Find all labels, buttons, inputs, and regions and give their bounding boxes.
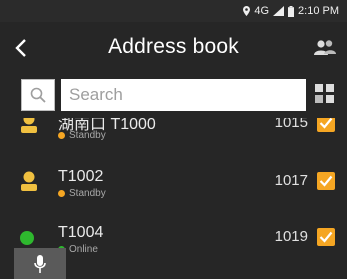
contacts-icon	[314, 40, 336, 55]
status-time: 2:10 PM	[298, 5, 339, 17]
contact-status-label: Online	[69, 244, 98, 255]
contact-row[interactable]: 湖南口 T1000 Standby 1015	[0, 118, 347, 149]
check-icon	[319, 118, 333, 129]
status-bar: 4G 2:10 PM	[0, 0, 347, 22]
check-icon	[319, 231, 333, 243]
grid-view-button[interactable]	[315, 84, 335, 106]
microphone-button[interactable]	[14, 248, 66, 279]
network-type: 4G	[254, 5, 270, 17]
contact-status: Standby	[58, 130, 106, 141]
contact-status-label: Standby	[69, 188, 106, 199]
contact-row[interactable]: T1002 Standby 1017	[0, 163, 347, 207]
location-icon	[243, 6, 251, 16]
microphone-icon	[34, 254, 46, 273]
page-title: Address book	[108, 35, 239, 58]
contact-checkbox[interactable]	[317, 172, 335, 190]
search-icon	[30, 87, 46, 103]
contact-extension: 1017	[274, 172, 308, 189]
avatar-icon	[21, 118, 37, 133]
grid-view-icon	[315, 84, 323, 92]
search-button[interactable]	[21, 79, 55, 111]
battery-icon	[288, 5, 295, 17]
contact-checkbox[interactable]	[317, 228, 335, 246]
contact-name: T1004	[58, 224, 104, 241]
contact-extension: 1019	[274, 228, 308, 245]
search-bar	[0, 74, 347, 118]
signal-icon	[273, 6, 285, 16]
contact-extension: 1015	[274, 118, 308, 131]
search-input[interactable]	[61, 79, 306, 111]
contact-name: T1002	[58, 168, 104, 185]
online-avatar-icon	[20, 231, 34, 245]
avatar-icon	[21, 171, 37, 191]
contact-status: Standby	[58, 188, 106, 199]
check-icon	[319, 175, 333, 187]
standby-status-dot	[58, 190, 65, 197]
standby-status-dot	[58, 132, 65, 139]
app-header: Address book	[0, 22, 347, 74]
contacts-button[interactable]	[313, 36, 337, 58]
status-icons: 4G 2:10 PM	[243, 4, 339, 18]
contact-checkbox[interactable]	[317, 118, 335, 132]
contact-status-label: Standby	[69, 130, 106, 141]
